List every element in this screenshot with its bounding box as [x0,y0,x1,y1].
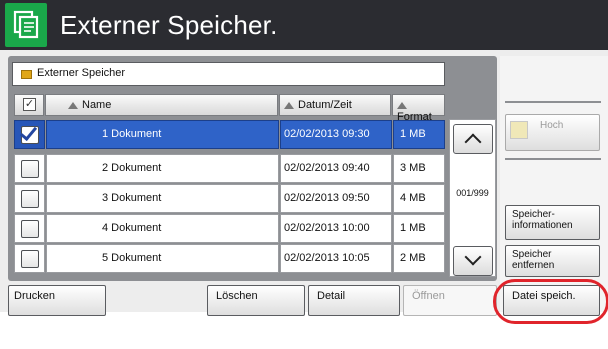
delete-button[interactable]: Löschen [207,285,305,316]
page-counter: 001/999 [456,188,489,198]
title-bar: Externer Speicher. [0,0,608,50]
hoch-button[interactable]: Hoch [505,114,600,151]
row-checkbox[interactable] [14,154,45,183]
file-date: 02/02/2013 09:30 [280,120,392,149]
highlight-annotation [493,279,608,324]
folder-up-icon [510,121,528,139]
table-row[interactable]: 4 Dokument 02/02/2013 10:00 1 MB [14,214,445,243]
file-size: 2 MB [393,244,445,273]
file-size: 3 MB [393,154,445,183]
divider [505,158,601,160]
storage-info-label-line2: informationen [512,220,573,231]
row-checkbox[interactable] [14,184,45,213]
column-header-name[interactable]: Name [45,94,278,116]
file-date: 02/02/2013 09:50 [280,184,392,213]
row-checkbox[interactable] [14,214,45,243]
file-date: 02/02/2013 10:00 [280,214,392,243]
select-all-checkbox[interactable]: ✓ [14,94,44,116]
scroll-up-button[interactable] [453,124,493,154]
table-row[interactable]: 3 Dokument 02/02/2013 09:50 4 MB [14,184,445,213]
file-name: 3 Dokument [46,184,279,213]
scroll-down-button[interactable] [453,246,493,276]
open-button[interactable]: Öffnen [403,285,497,316]
storage-info-label-line1: Speicher- [512,209,555,220]
row-checkbox[interactable] [14,120,45,149]
table-row[interactable]: 2 Dokument 02/02/2013 09:40 3 MB [14,154,445,183]
page-title: Externer Speicher. [60,10,278,40]
sort-ascending-icon [68,102,78,109]
table-row[interactable]: 5 Dokument 02/02/2013 10:05 2 MB [14,244,445,273]
breadcrumb-label: Externer Speicher [37,67,126,79]
table-row[interactable]: 1 Dokument 02/02/2013 09:30 1 MB [14,120,445,149]
check-icon [19,122,38,142]
file-name: 2 Dokument [46,154,279,183]
divider [505,101,601,103]
file-size: 4 MB [393,184,445,213]
detail-button[interactable]: Detail [308,285,400,316]
column-header-format[interactable]: Format [392,94,445,123]
check-icon: ✓ [23,98,36,111]
sort-ascending-icon [397,102,407,109]
file-name: 4 Dokument [46,214,279,243]
file-size: 1 MB [393,120,445,149]
folder-icon [21,70,32,79]
sort-ascending-icon [284,102,294,109]
remove-storage-label-line1: Speicher [512,249,552,260]
file-date: 02/02/2013 10:05 [280,244,392,273]
hoch-label: Hoch [540,120,564,131]
file-date: 02/02/2013 09:40 [280,154,392,183]
file-size: 1 MB [393,214,445,243]
breadcrumb: Externer Speicher [12,62,445,86]
chevron-down-icon [464,248,482,266]
file-name: 5 Dokument [46,244,279,273]
row-checkbox[interactable] [14,244,45,273]
copy-pages-icon [5,3,47,47]
file-name: 1 Dokument [46,120,279,149]
print-button[interactable]: Drucken [8,285,106,316]
remove-storage-button[interactable]: Speicher entfernen [505,245,600,277]
storage-info-button[interactable]: Speicher- informationen [505,205,600,240]
remove-storage-label-line2: entfernen [512,260,555,271]
chevron-up-icon [464,133,482,151]
column-header-date[interactable]: Datum/Zeit [279,94,391,116]
